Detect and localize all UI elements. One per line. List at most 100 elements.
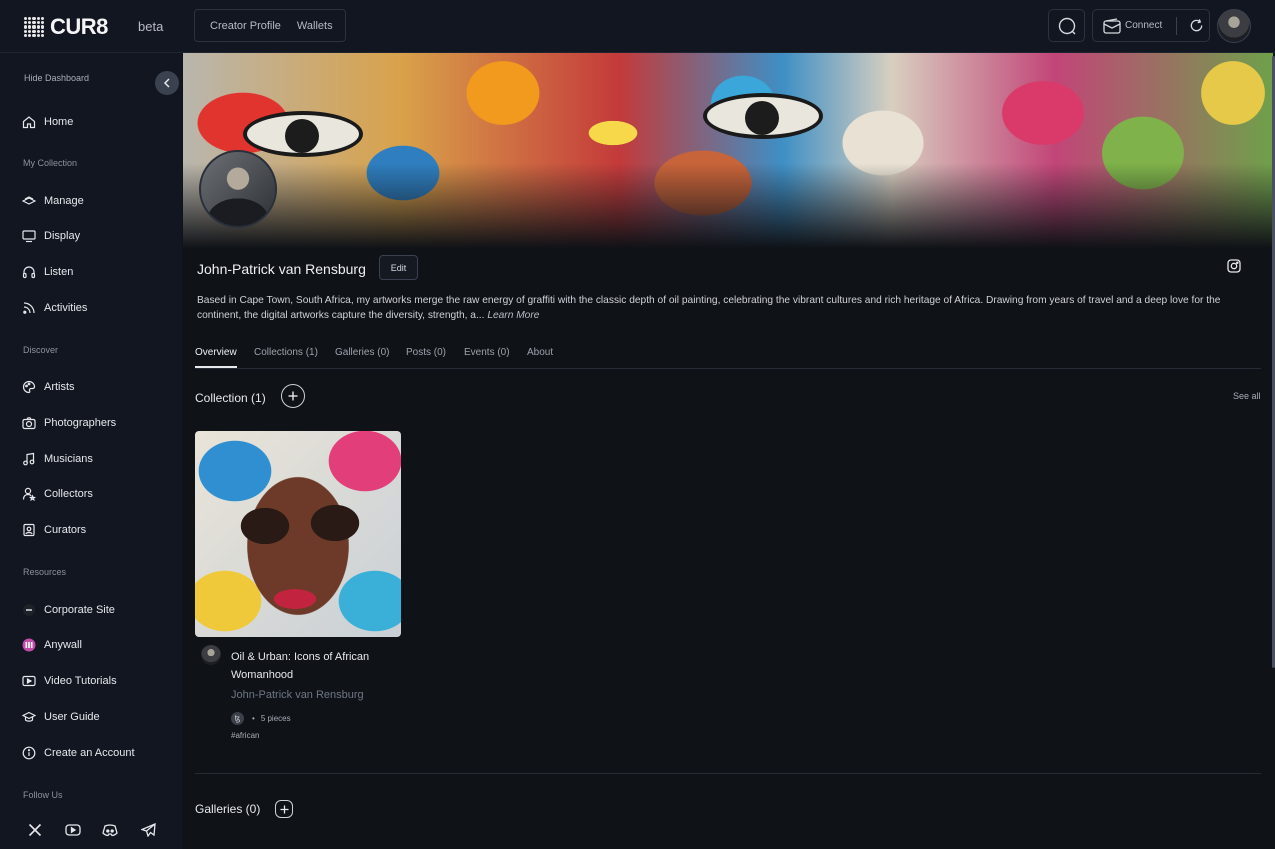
section-divider: [195, 773, 1261, 774]
sidebar-item-label: Manage: [44, 195, 84, 207]
nav-wallets[interactable]: Wallets: [297, 20, 333, 32]
youtube-icon: [65, 824, 81, 836]
sidebar-item-collectors[interactable]: Collectors: [22, 485, 93, 503]
sidebar-item-label: Activities: [44, 302, 88, 314]
collection-card-artist[interactable]: John-Patrick van Rensburg: [231, 689, 364, 701]
connect-label: Connect: [1125, 20, 1163, 31]
collection-card-meta: ꜩ • 5 pieces: [231, 712, 291, 725]
sidebar-item-label: Artists: [44, 381, 75, 393]
info-icon: [22, 746, 36, 760]
logo[interactable]: CUR8: [24, 14, 108, 40]
telegram-link[interactable]: [139, 821, 157, 839]
sidebar-item-home[interactable]: Home: [22, 113, 73, 131]
tab-about[interactable]: About: [527, 347, 553, 358]
telegram-icon: [140, 823, 156, 837]
camera-icon: [22, 417, 36, 430]
section-discover: Discover: [23, 345, 59, 355]
sidebar-item-anywall[interactable]: Anywall: [22, 636, 82, 654]
section-resources: Resources: [23, 567, 67, 577]
youtube-link[interactable]: [64, 821, 82, 839]
sidebar-item-display[interactable]: Display: [22, 227, 80, 245]
collection-card-tag[interactable]: #african: [231, 731, 259, 740]
sidebar-item-artists[interactable]: Artists: [22, 378, 75, 396]
palette-icon: [22, 380, 36, 394]
profile-bio: Based in Cape Town, South Africa, my art…: [197, 294, 1257, 323]
tab-posts[interactable]: Posts (0): [406, 347, 446, 358]
tab-events[interactable]: Events (0): [464, 347, 510, 358]
headphones-icon: [22, 266, 36, 279]
logo-text: CUR8: [50, 14, 108, 39]
monitor-icon: [22, 230, 36, 243]
main-content: John-Patrick van Rensburg Edit Based in …: [183, 53, 1275, 849]
nav-creator-profile[interactable]: Creator Profile: [210, 20, 281, 32]
section-my-collection: My Collection: [23, 158, 78, 168]
tab-galleries[interactable]: Galleries (0): [335, 347, 389, 358]
tab-collections[interactable]: Collections (1): [254, 347, 318, 358]
sidebar-item-create-account[interactable]: Create an Account: [22, 744, 135, 762]
top-nav: Creator Profile Wallets: [194, 9, 346, 42]
chevron-left-icon: [163, 78, 170, 88]
profile-avatar[interactable]: [199, 150, 277, 228]
sidebar-item-musicians[interactable]: Musicians: [22, 450, 93, 468]
meta-separator: •: [252, 714, 255, 723]
sidebar-item-label: Collectors: [44, 488, 93, 500]
sidebar: Hide Dashboard Home My Collection Manage…: [0, 53, 182, 849]
banner-gradient: [183, 163, 1273, 253]
collapse-sidebar-button[interactable]: [155, 71, 179, 95]
sidebar-item-listen[interactable]: Listen: [22, 263, 73, 281]
graduation-cap-icon: [22, 711, 36, 722]
sidebar-item-manage[interactable]: Manage: [22, 192, 84, 210]
top-bar: CUR8 beta Creator Profile Wallets Connec…: [0, 0, 1275, 53]
sidebar-item-label: Video Tutorials: [44, 675, 117, 687]
anywall-icon: [22, 638, 36, 652]
sidebar-item-label: Musicians: [44, 453, 93, 465]
user-star-icon: [22, 487, 36, 501]
refresh-icon[interactable]: [1189, 18, 1204, 33]
learn-more-link[interactable]: Learn More: [487, 310, 539, 321]
sidebar-item-curators[interactable]: Curators: [22, 521, 86, 539]
sidebar-item-photographers[interactable]: Photographers: [22, 414, 116, 432]
profile-banner: [183, 53, 1273, 253]
sidebar-item-label: Listen: [44, 266, 74, 278]
id-badge-icon: [23, 523, 35, 537]
see-all-link[interactable]: See all: [1233, 391, 1261, 401]
video-icon: [22, 675, 36, 687]
active-tab-indicator: [195, 366, 237, 368]
logo-mark-icon: [24, 17, 44, 37]
edit-profile-button[interactable]: Edit: [379, 255, 418, 280]
sidebar-item-activities[interactable]: Activities: [22, 299, 87, 317]
collection-card-title[interactable]: Oil & Urban: Icons of African Womanhood: [231, 648, 401, 684]
section-follow-us: Follow Us: [23, 790, 63, 800]
connect-button[interactable]: Connect: [1092, 9, 1210, 42]
sidebar-item-label: Corporate Site: [44, 604, 115, 616]
collection-section-title: Collection (1): [195, 391, 266, 405]
sidebar-item-video-tutorials[interactable]: Video Tutorials: [22, 672, 117, 690]
search-icon: [1058, 17, 1075, 34]
sidebar-item-label: Curators: [44, 524, 87, 536]
wallet-icon: [1103, 17, 1121, 34]
add-gallery-button[interactable]: [275, 800, 293, 818]
hide-dashboard-label[interactable]: Hide Dashboard: [24, 73, 89, 83]
x-icon: [28, 823, 42, 837]
sidebar-item-label: Display: [44, 230, 81, 242]
user-avatar[interactable]: [1217, 9, 1251, 43]
sidebar-item-label: Anywall: [44, 639, 82, 651]
music-note-icon: [23, 452, 35, 466]
pieces-count: 5 pieces: [260, 714, 291, 723]
discord-link[interactable]: [101, 821, 119, 839]
home-icon: [22, 116, 36, 129]
x-link[interactable]: [26, 821, 44, 839]
collection-card-image[interactable]: [195, 431, 401, 637]
cur8-badge-icon: [23, 604, 35, 616]
instagram-icon[interactable]: [1227, 259, 1241, 273]
sidebar-item-corporate-site[interactable]: Corporate Site: [22, 601, 115, 619]
add-collection-button[interactable]: [281, 384, 305, 408]
banner-eye-art: [243, 111, 363, 157]
profile-tabs: Overview Collections (1) Galleries (0) P…: [195, 342, 1261, 369]
card-creator-avatar[interactable]: [201, 645, 221, 665]
search-button[interactable]: [1048, 9, 1085, 42]
galleries-section-title: Galleries (0): [195, 802, 261, 816]
tab-overview[interactable]: Overview: [195, 347, 237, 358]
plus-icon: [288, 391, 298, 401]
sidebar-item-user-guide[interactable]: User Guide: [22, 708, 100, 726]
